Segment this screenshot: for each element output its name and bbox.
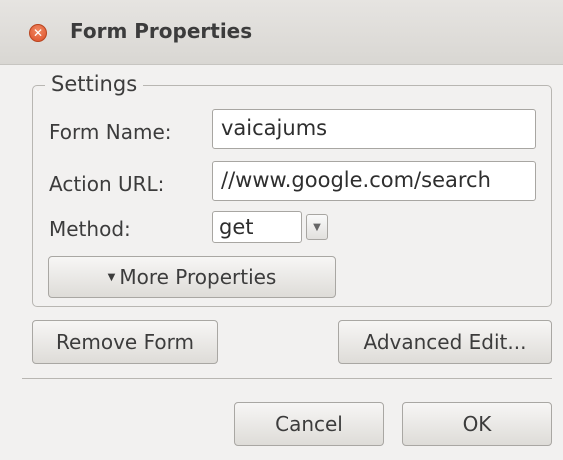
triangle-down-icon: ▼ [107, 271, 116, 283]
title-bar: ✕ Form Properties [0, 0, 563, 65]
close-icon[interactable]: ✕ [29, 24, 47, 42]
method-combo[interactable]: get [212, 211, 302, 243]
form-name-label: Form Name: [49, 120, 172, 144]
ok-button[interactable]: OK [402, 402, 552, 446]
more-properties-button[interactable]: ▼ More Properties [48, 256, 336, 298]
chevron-down-icon[interactable]: ▼ [306, 214, 328, 240]
advanced-edit-button[interactable]: Advanced Edit... [338, 320, 552, 364]
action-url-input[interactable]: //www.google.com/search [212, 161, 536, 201]
separator [22, 378, 552, 379]
window-title: Form Properties [70, 19, 253, 43]
remove-form-button[interactable]: Remove Form [32, 320, 218, 364]
method-label: Method: [49, 217, 131, 241]
settings-legend: Settings [45, 72, 144, 96]
more-properties-label: More Properties [119, 265, 277, 289]
action-url-label: Action URL: [49, 172, 165, 196]
cancel-button[interactable]: Cancel [234, 402, 384, 446]
form-name-input[interactable]: vaicajums [212, 109, 536, 149]
